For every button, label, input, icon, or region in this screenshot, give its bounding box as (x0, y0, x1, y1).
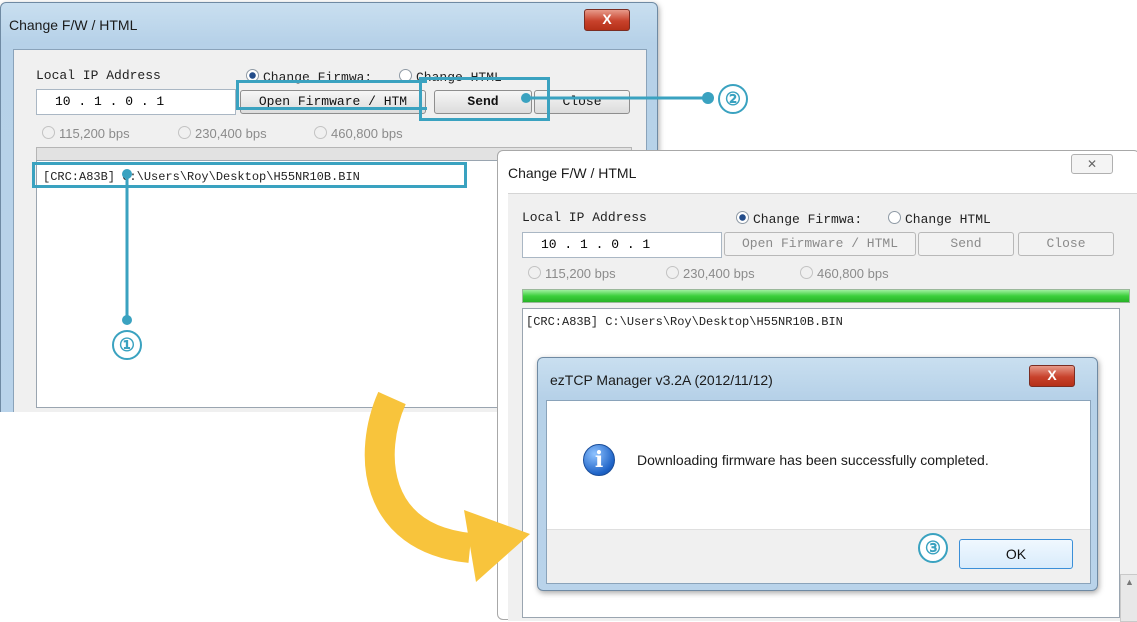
callout-1: ① (112, 330, 142, 360)
callout-dot-1b (122, 315, 132, 325)
callout-3: ③ (918, 533, 948, 563)
callout-dot-2b (702, 92, 714, 104)
callout-2: ② (718, 84, 748, 114)
callout-dot-1 (122, 169, 132, 179)
flow-arrow-head (464, 510, 530, 582)
callout-dot-2 (521, 93, 531, 103)
flow-arrow (364, 391, 473, 563)
callout-lines (122, 92, 714, 582)
